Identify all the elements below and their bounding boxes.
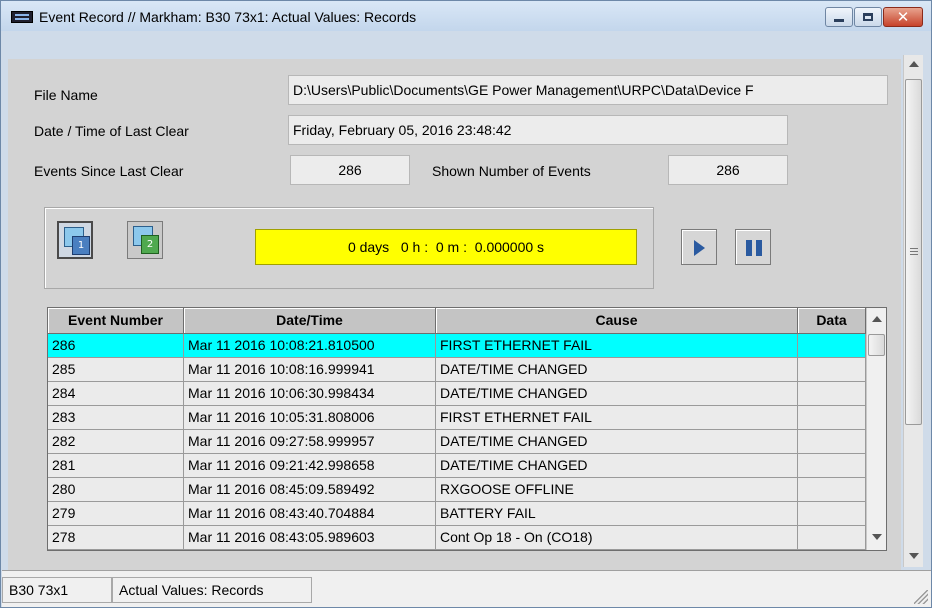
form-scrollbar[interactable] xyxy=(903,55,923,567)
event-record-window: Event Record // Markham: B30 73x1: Actua… xyxy=(0,0,932,608)
grip-lines-icon xyxy=(910,248,918,249)
data-cell xyxy=(798,334,866,358)
event-number-cell: 286 xyxy=(48,334,184,358)
table-row[interactable]: 283 Mar 11 2016 10:05:31.808006 FIRST ET… xyxy=(48,406,866,430)
scroll-up-icon[interactable] xyxy=(909,61,919,67)
date-time-cell: Mar 11 2016 08:43:05.989603 xyxy=(184,526,436,550)
table-row[interactable]: 280 Mar 11 2016 08:45:09.589492 RXGOOSE … xyxy=(48,478,866,502)
data-cell xyxy=(798,358,866,382)
column-header-event-number[interactable]: Event Number xyxy=(48,308,184,334)
data-cell xyxy=(798,382,866,406)
event-table: Event Number Date/Time Cause Data 286 Ma… xyxy=(47,307,887,551)
table-scroll-thumb[interactable] xyxy=(868,334,885,356)
close-button[interactable]: ✕ xyxy=(883,7,923,27)
minimize-icon xyxy=(834,19,844,22)
status-device: B30 73x1 xyxy=(2,577,112,603)
cause-cell: FIRST ETHERNET FAIL xyxy=(436,334,798,358)
file-name-field[interactable]: D:\Users\Public\Documents\GE Power Manag… xyxy=(288,75,888,105)
record-2-badge: 2 xyxy=(141,235,159,254)
date-time-cell: Mar 11 2016 10:08:21.810500 xyxy=(184,334,436,358)
data-cell xyxy=(798,454,866,478)
events-since-label: Events Since Last Clear xyxy=(34,163,184,179)
event-number-cell: 278 xyxy=(48,526,184,550)
data-cell xyxy=(798,526,866,550)
cause-cell: BATTERY FAIL xyxy=(436,502,798,526)
maximize-button[interactable] xyxy=(854,7,882,27)
event-number-cell: 283 xyxy=(48,406,184,430)
play-button[interactable] xyxy=(681,229,717,265)
close-icon: ✕ xyxy=(896,8,910,26)
data-cell xyxy=(798,478,866,502)
column-header-date-time[interactable]: Date/Time xyxy=(184,308,436,334)
event-number-cell: 285 xyxy=(48,358,184,382)
cause-cell: Cont Op 18 - On (CO18) xyxy=(436,526,798,550)
date-time-cell: Mar 11 2016 08:43:40.704884 xyxy=(184,502,436,526)
table-scroll-up-icon[interactable] xyxy=(872,316,882,322)
resize-grip-icon[interactable] xyxy=(914,590,928,604)
date-time-cell: Mar 11 2016 08:45:09.589492 xyxy=(184,478,436,502)
event-number-cell: 279 xyxy=(48,502,184,526)
file-name-label: File Name xyxy=(34,87,98,103)
data-cell xyxy=(798,502,866,526)
pause-icon xyxy=(746,240,752,256)
table-row[interactable]: 284 Mar 11 2016 10:06:30.998434 DATE/TIM… xyxy=(48,382,866,406)
record-1-button[interactable]: 1 xyxy=(57,221,93,259)
column-header-cause[interactable]: Cause xyxy=(436,308,798,334)
cause-cell: DATE/TIME CHANGED xyxy=(436,382,798,406)
event-number-cell: 280 xyxy=(48,478,184,502)
table-row[interactable]: 285 Mar 11 2016 10:08:16.999941 DATE/TIM… xyxy=(48,358,866,382)
event-number-cell: 281 xyxy=(48,454,184,478)
date-time-cell: Mar 11 2016 10:06:30.998434 xyxy=(184,382,436,406)
last-clear-label: Date / Time of Last Clear xyxy=(34,123,189,139)
cause-cell: FIRST ETHERNET FAIL xyxy=(436,406,798,430)
table-row[interactable]: 282 Mar 11 2016 09:27:58.999957 DATE/TIM… xyxy=(48,430,866,454)
date-time-cell: Mar 11 2016 10:05:31.808006 xyxy=(184,406,436,430)
app-icon xyxy=(11,11,33,23)
table-scrollbar[interactable] xyxy=(866,308,886,550)
date-time-cell: Mar 11 2016 10:08:16.999941 xyxy=(184,358,436,382)
elapsed-timer: 0 days 0 h : 0 m : 0.000000 s xyxy=(255,229,637,265)
date-time-cell: Mar 11 2016 09:27:58.999957 xyxy=(184,430,436,454)
shown-events-field[interactable]: 286 xyxy=(668,155,788,185)
last-clear-field[interactable]: Friday, February 05, 2016 23:48:42 xyxy=(288,115,788,145)
window-title: Event Record // Markham: B30 73x1: Actua… xyxy=(39,9,417,25)
table-scroll-down-icon[interactable] xyxy=(872,534,882,540)
record-1-badge: 1 xyxy=(72,236,90,255)
form-scroll-thumb[interactable] xyxy=(905,79,922,425)
data-cell xyxy=(798,430,866,454)
status-bar: B30 73x1 Actual Values: Records xyxy=(2,570,931,607)
play-icon xyxy=(694,240,705,256)
column-header-data[interactable]: Data xyxy=(798,308,866,334)
maximize-icon xyxy=(863,13,873,21)
table-row[interactable]: 279 Mar 11 2016 08:43:40.704884 BATTERY … xyxy=(48,502,866,526)
table-row[interactable]: 281 Mar 11 2016 09:21:42.998658 DATE/TIM… xyxy=(48,454,866,478)
scroll-down-icon[interactable] xyxy=(909,553,919,559)
pause-button[interactable] xyxy=(735,229,771,265)
table-row[interactable]: 278 Mar 11 2016 08:43:05.989603 Cont Op … xyxy=(48,526,866,550)
cause-cell: RXGOOSE OFFLINE xyxy=(436,478,798,502)
event-number-cell: 284 xyxy=(48,382,184,406)
date-time-cell: Mar 11 2016 09:21:42.998658 xyxy=(184,454,436,478)
status-view: Actual Values: Records xyxy=(112,577,312,603)
table-row[interactable]: 286 Mar 11 2016 10:08:21.810500 FIRST ET… xyxy=(48,334,866,358)
title-bar[interactable]: Event Record // Markham: B30 73x1: Actua… xyxy=(1,1,931,31)
minimize-button[interactable] xyxy=(825,7,853,27)
record-2-button[interactable]: 2 xyxy=(127,221,163,259)
cause-cell: DATE/TIME CHANGED xyxy=(436,430,798,454)
events-since-field[interactable]: 286 xyxy=(290,155,410,185)
cause-cell: DATE/TIME CHANGED xyxy=(436,358,798,382)
data-cell xyxy=(798,406,866,430)
event-number-cell: 282 xyxy=(48,430,184,454)
shown-events-label: Shown Number of Events xyxy=(432,163,591,179)
cause-cell: DATE/TIME CHANGED xyxy=(436,454,798,478)
